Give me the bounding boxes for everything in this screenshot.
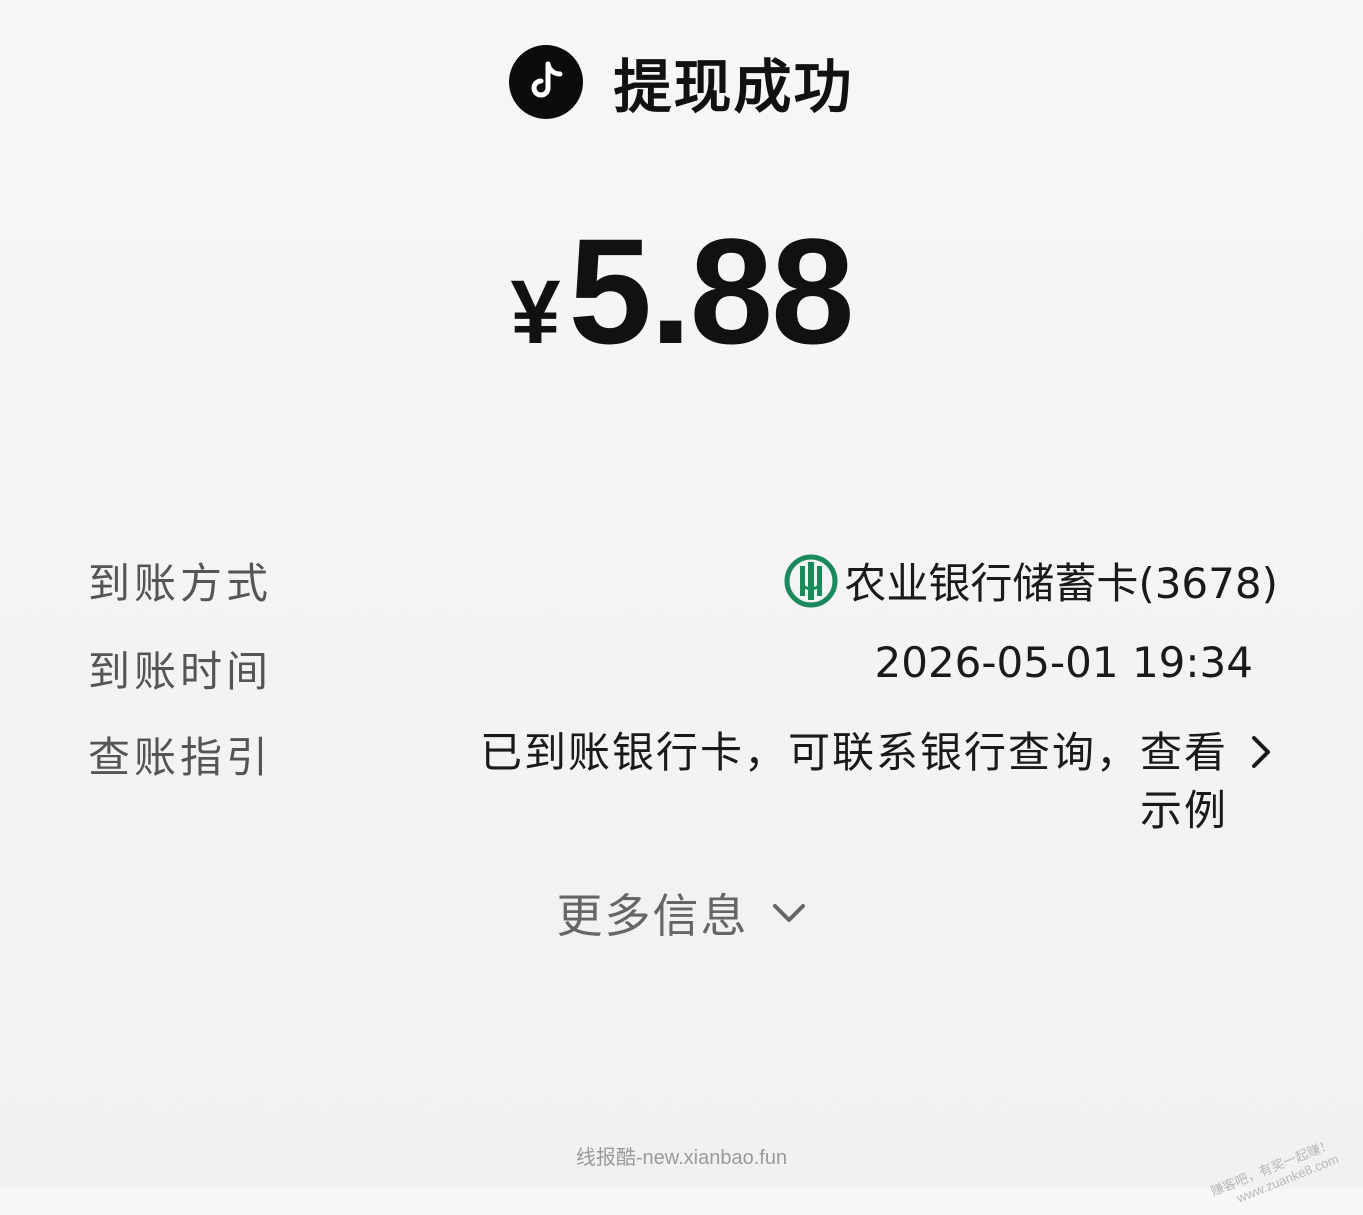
tiktok-note-icon xyxy=(509,45,584,119)
more-info-label[interactable]: 更多信息 xyxy=(557,880,749,946)
chevron-down-icon[interactable] xyxy=(771,901,807,925)
amount-value: 5.88 xyxy=(568,207,855,375)
currency-symbol: ¥ xyxy=(510,263,561,363)
page-header: 提现成功 xyxy=(0,40,1363,124)
detail-row-time: 到账时间 2026-05-01 19:34 xyxy=(88,638,1278,698)
detail-row-guide[interactable]: 查账指引 已到账银行卡，可联系银行查询，查看示例 xyxy=(88,724,1278,844)
detail-row-method: 到账方式 农业银行储蓄卡(3678) xyxy=(88,550,1278,610)
method-value: 农业银行储蓄卡(3678) xyxy=(844,559,1278,608)
page-title: 提现成功 xyxy=(613,53,854,121)
time-value: 2026-05-01 19:34 xyxy=(874,638,1253,687)
guide-value[interactable]: 已到账银行卡，可联系银行查询，查看示例 xyxy=(468,724,1228,840)
method-value-container: 农业银行储蓄卡(3678) xyxy=(784,550,1278,611)
time-label: 到账时间 xyxy=(88,647,273,696)
footer-watermark: 线报酷-new.xianbao.fun xyxy=(575,1147,788,1169)
more-info-toggle[interactable]: 更多信息 xyxy=(0,880,1363,946)
withdraw-amount: ¥ 5.88 xyxy=(0,205,1363,378)
guide-label: 查账指引 xyxy=(88,733,273,782)
method-label: 到账方式 xyxy=(88,559,273,608)
agricultural-bank-logo-icon xyxy=(784,554,838,607)
chevron-right-icon[interactable] xyxy=(1244,732,1278,772)
